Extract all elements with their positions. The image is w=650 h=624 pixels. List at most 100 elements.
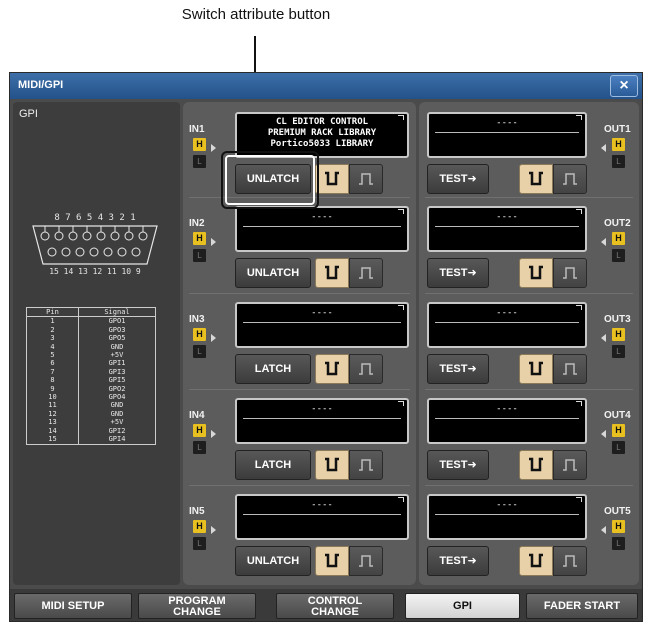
close-icon: × xyxy=(619,77,629,94)
gpi-in3-switch-attribute-button[interactable]: LATCH xyxy=(235,354,311,384)
pin-cell: 8 xyxy=(26,376,79,385)
polarity-low-active-icon xyxy=(529,265,543,280)
polarity-low-active-icon xyxy=(529,361,543,376)
gpi-out4-assignment-text: ---- xyxy=(496,404,518,414)
gpi-in1-polarity-low-button[interactable] xyxy=(315,164,349,194)
polarity-low-active-icon xyxy=(325,171,339,186)
gpi-in3-polarity-low-button[interactable] xyxy=(315,354,349,384)
gpi-in4-low-indicator: L xyxy=(193,441,206,454)
display-underline xyxy=(435,226,579,227)
gpi-in1-arrow-icon xyxy=(211,144,216,152)
gpi-out3-test-button[interactable]: TEST➜ xyxy=(427,354,489,384)
connector-bottom-pins: 15 14 13 12 11 10 9 xyxy=(49,267,141,276)
gpi-out4-polarity-high-button[interactable] xyxy=(553,450,587,480)
callout-highlight-inner xyxy=(225,155,315,205)
gpi-out2-label: OUT2 xyxy=(604,218,631,229)
gpi-in4-switch-attribute-button[interactable]: LATCH xyxy=(235,450,311,480)
gpi-out5-polarity-high-button[interactable] xyxy=(553,546,587,576)
gpi-out1-assignment-display[interactable]: ---- xyxy=(427,112,587,158)
polarity-high-active-icon xyxy=(359,459,373,471)
signal-cell: GPO5 xyxy=(78,334,156,343)
gpi-out3-polarity-high-button[interactable] xyxy=(553,354,587,384)
gpi-in1-assignment-line: CL EDITOR CONTROL xyxy=(275,117,369,127)
gpi-out4-polarity-low-button[interactable] xyxy=(519,450,553,480)
gpi-in2-polarity-high-button[interactable] xyxy=(349,258,383,288)
gpi-in4-high-indicator: H xyxy=(193,424,206,437)
display-underline xyxy=(435,418,579,419)
gpi-out3-high-indicator: H xyxy=(612,328,625,341)
gpi-in4-polarity-low-button[interactable] xyxy=(315,450,349,480)
signal-cell: GPO4 xyxy=(78,393,156,402)
gpi-info-panel: GPI 8 7 6 5 4 3 2 1 15 14 13 12 11 10 9 xyxy=(13,102,180,585)
gpi-out5-test-button[interactable]: TEST➜ xyxy=(427,546,489,576)
gpi-in3-label: IN3 xyxy=(189,314,205,325)
gpi-in4-arrow-icon xyxy=(211,430,216,438)
gpi-in5-assignment-display[interactable]: ---- xyxy=(235,494,409,540)
gpi-in2-switch-attribute-button[interactable]: UNLATCH xyxy=(235,258,311,288)
gpi-in1-polarity-high-button[interactable] xyxy=(349,164,383,194)
tab-gpi[interactable]: GPI xyxy=(405,593,520,619)
gpi-in2-polarity-low-button[interactable] xyxy=(315,258,349,288)
tab-control-change[interactable]: CONTROL CHANGE xyxy=(276,593,394,619)
signal-cell: GND xyxy=(78,401,156,410)
gpi-out5-polarity-low-button[interactable] xyxy=(519,546,553,576)
gpi-out5-high-indicator: H xyxy=(612,520,625,533)
tab-midi-setup[interactable]: MIDI SETUP xyxy=(14,593,132,619)
display-underline xyxy=(243,322,401,323)
gpi-out4-high-indicator: H xyxy=(612,424,625,437)
gpi-in3-high-indicator: H xyxy=(193,328,206,341)
row-divider xyxy=(189,389,410,390)
signal-cell: GPO3 xyxy=(78,325,156,335)
polarity-low-active-icon xyxy=(325,361,339,376)
gpi-in2-assignment-display[interactable]: ---- xyxy=(235,206,409,252)
polarity-low-active-icon xyxy=(325,457,339,472)
gpi-in3-assignment-display[interactable]: ---- xyxy=(235,302,409,348)
pin-cell: 12 xyxy=(26,409,79,419)
gpi-in5-polarity-high-button[interactable] xyxy=(349,546,383,576)
gpi-out5-arrow-icon xyxy=(601,526,606,534)
gpi-out1-polarity-low-button[interactable] xyxy=(519,164,553,194)
gpi-in2-low-indicator: L xyxy=(193,249,206,262)
tab-fader-start[interactable]: FADER START xyxy=(526,593,638,619)
gpi-in5-assignment-text: ---- xyxy=(311,500,333,510)
pin-cell: 3 xyxy=(26,334,79,343)
polarity-low-active-icon xyxy=(529,171,543,186)
signal-cell: GPI4 xyxy=(78,435,156,444)
signal-column-header: Signal xyxy=(78,307,156,318)
gpi-output-panel: ---- OUT1 H L TEST➜ ---- OUT2 H L TEST➜ xyxy=(419,102,639,585)
gpi-out3-low-indicator: L xyxy=(612,345,625,358)
gpi-in1-assignment-line: PREMIUM RACK LIBRARY xyxy=(267,128,377,138)
gpi-in3-low-indicator: L xyxy=(193,345,206,358)
gpi-in5-switch-attribute-button[interactable]: UNLATCH xyxy=(235,546,311,576)
signal-cell: GND xyxy=(78,342,156,352)
gpi-out5-assignment-display[interactable]: ---- xyxy=(427,494,587,540)
gpi-out2-polarity-high-button[interactable] xyxy=(553,258,587,288)
gpi-out5-label: OUT5 xyxy=(604,506,631,517)
gpi-in5-label: IN5 xyxy=(189,506,205,517)
gpi-out3-polarity-low-button[interactable] xyxy=(519,354,553,384)
gpi-in4-assignment-display[interactable]: ---- xyxy=(235,398,409,444)
signal-cell: GPI1 xyxy=(78,359,156,368)
gpi-out4-test-button[interactable]: TEST➜ xyxy=(427,450,489,480)
close-button[interactable]: × xyxy=(610,75,638,97)
gpi-out3-assignment-display[interactable]: ---- xyxy=(427,302,587,348)
table-row: 1 GPO1 xyxy=(26,316,156,326)
title-bar: MIDI/GPI × xyxy=(10,73,642,99)
gpi-out2-assignment-display[interactable]: ---- xyxy=(427,206,587,252)
gpi-out2-polarity-low-button[interactable] xyxy=(519,258,553,288)
gpi-out1-polarity-high-button[interactable] xyxy=(553,164,587,194)
polarity-high-active-icon xyxy=(359,173,373,185)
pin-cell: 7 xyxy=(26,367,79,377)
tab-program-change[interactable]: PROGRAM CHANGE xyxy=(138,593,256,619)
window-title: MIDI/GPI xyxy=(18,79,64,91)
polarity-high-active-icon xyxy=(359,555,373,567)
gpi-in4-polarity-high-button[interactable] xyxy=(349,450,383,480)
gpi-out2-test-button[interactable]: TEST➜ xyxy=(427,258,489,288)
gpi-in5-polarity-low-button[interactable] xyxy=(315,546,349,576)
pin-table-header: Pin Signal xyxy=(26,307,156,318)
gpi-in3-polarity-high-button[interactable] xyxy=(349,354,383,384)
gpi-out1-test-button[interactable]: TEST➜ xyxy=(427,164,489,194)
gpi-out4-assignment-display[interactable]: ---- xyxy=(427,398,587,444)
gpi-out3-arrow-icon xyxy=(601,334,606,342)
pin-cell: 14 xyxy=(26,426,79,436)
